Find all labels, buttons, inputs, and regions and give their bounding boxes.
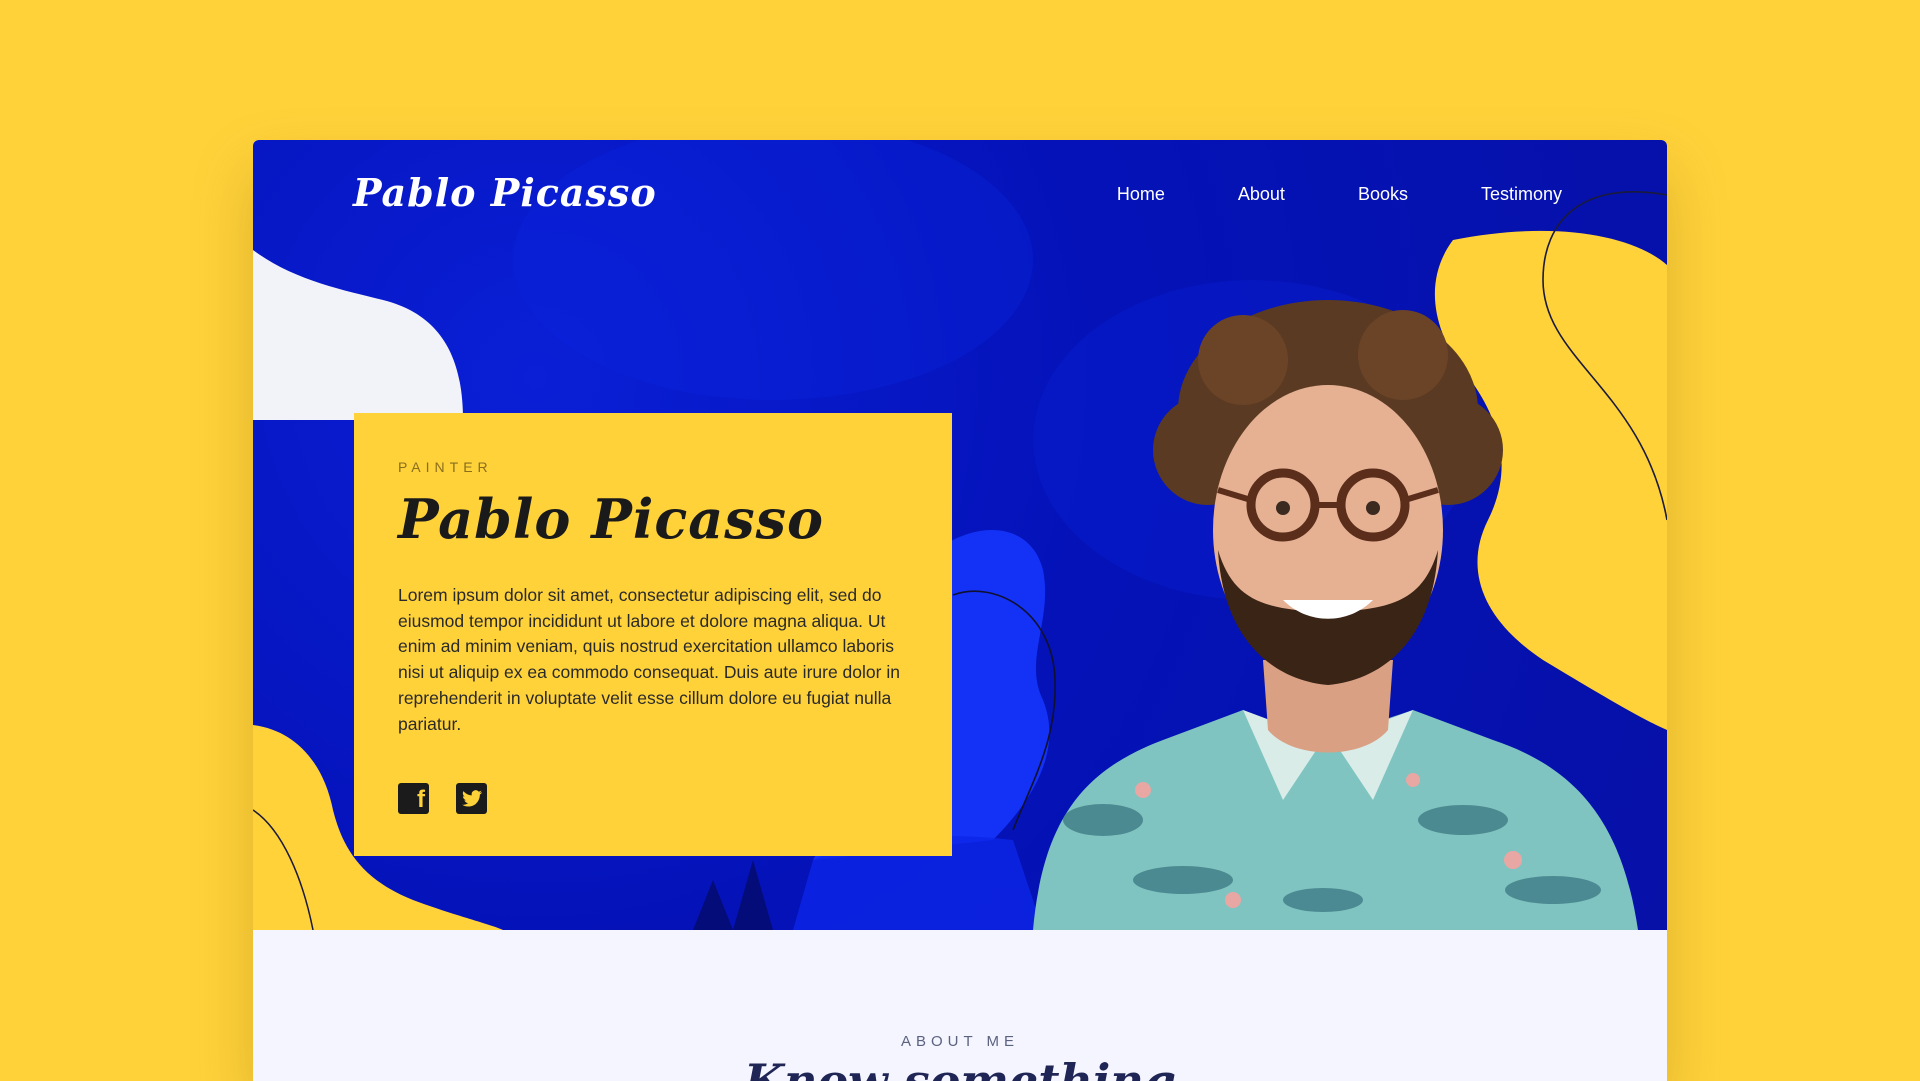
- hero-section: Pablo Picasso Home About Books Testimony…: [253, 140, 1667, 930]
- facebook-icon[interactable]: f: [398, 783, 429, 814]
- about-kicker: ABOUT ME: [900, 1033, 1020, 1050]
- twitter-icon[interactable]: [456, 783, 487, 814]
- role-kicker: PAINTER: [398, 459, 493, 475]
- nav-books-link[interactable]: Books: [1358, 184, 1408, 205]
- hero-name: Pablo Picasso: [398, 487, 825, 551]
- nav-about-link[interactable]: About: [1238, 184, 1285, 205]
- social-links: f: [398, 783, 487, 814]
- portrait-photo: [1033, 300, 1638, 930]
- hero-bio: Lorem ipsum dolor sit amet, consectetur …: [398, 585, 900, 734]
- about-heading: Know something: [743, 1054, 1176, 1081]
- intro-card: PAINTER Pablo Picasso Lorem ipsum dolor …: [354, 413, 952, 856]
- website-mockup: Pablo Picasso Home About Books Testimony…: [253, 140, 1667, 1081]
- about-section: ABOUT ME Know something: [253, 930, 1667, 1081]
- site-logo[interactable]: Pablo Picasso: [353, 170, 657, 215]
- twitter-bird-icon: [461, 789, 482, 807]
- nav-testimony-link[interactable]: Testimony: [1481, 184, 1562, 205]
- main-nav: Home About Books Testimony: [1117, 184, 1562, 205]
- nav-home-link[interactable]: Home: [1117, 184, 1165, 205]
